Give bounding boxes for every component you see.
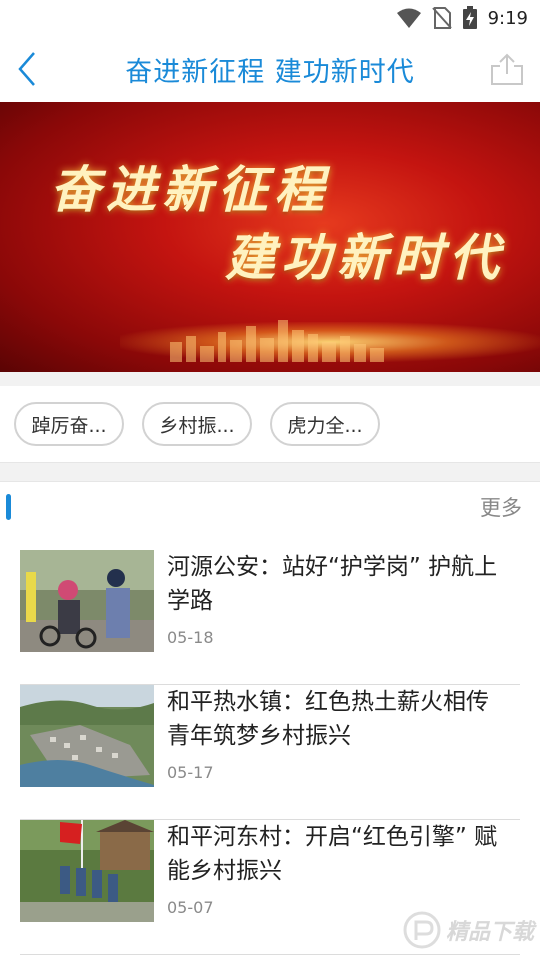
news-date: 05-18	[167, 628, 214, 647]
news-list-item[interactable]: 河源公安：站好“护学岗” 护航上学路 05-18	[20, 550, 520, 685]
topic-chip[interactable]: 乡村振...	[142, 402, 252, 446]
battery-charging-icon	[462, 6, 477, 29]
news-date: 05-17	[167, 763, 214, 782]
hero-banner[interactable]: 奋进新征程 建功新时代	[0, 102, 540, 372]
section-divider	[0, 462, 540, 482]
wifi-icon	[396, 8, 421, 28]
spacer-band	[0, 372, 540, 386]
banner-text-line2: 建功新时代	[225, 228, 505, 287]
topic-chip[interactable]: 踔厉奋...	[14, 402, 124, 446]
news-date: 05-07	[167, 898, 214, 917]
status-time: 9:19	[487, 7, 528, 29]
city-skyline-graphic	[170, 320, 384, 362]
section-header: 更多	[0, 482, 540, 534]
news-thumbnail	[20, 550, 154, 652]
share-button[interactable]	[490, 52, 524, 86]
news-title: 和平河东村：开启“红色引擎” 赋能乡村振兴	[167, 824, 498, 884]
news-thumbnail	[20, 820, 154, 922]
page-title: 奋进新征程 建功新时代	[125, 57, 415, 88]
status-bar: 9:19	[0, 0, 540, 36]
news-thumbnail	[20, 685, 154, 787]
share-icon	[491, 53, 523, 85]
app-header: 奋进新征程 建功新时代	[0, 36, 540, 103]
banner-text-line1: 奋进新征程	[50, 160, 330, 219]
news-title: 河源公安：站好“护学岗” 护航上学路	[167, 554, 498, 614]
watermark-logo-icon	[403, 911, 441, 949]
watermark-text: 精品下载	[445, 920, 534, 945]
news-list-item[interactable]: 和平热水镇：红色热土薪火相传 青年筑梦乡村振兴 05-17	[20, 685, 520, 820]
section-marker	[6, 494, 11, 520]
no-sim-icon	[431, 7, 452, 29]
watermark: 精品下载	[402, 910, 534, 950]
more-link[interactable]: 更多	[480, 492, 522, 522]
news-title: 和平热水镇：红色热土薪火相传 青年筑梦乡村振兴	[167, 689, 489, 749]
topic-chip-row: 踔厉奋... 乡村振... 虎力全...	[0, 386, 540, 462]
topic-chip[interactable]: 虎力全...	[270, 402, 380, 446]
